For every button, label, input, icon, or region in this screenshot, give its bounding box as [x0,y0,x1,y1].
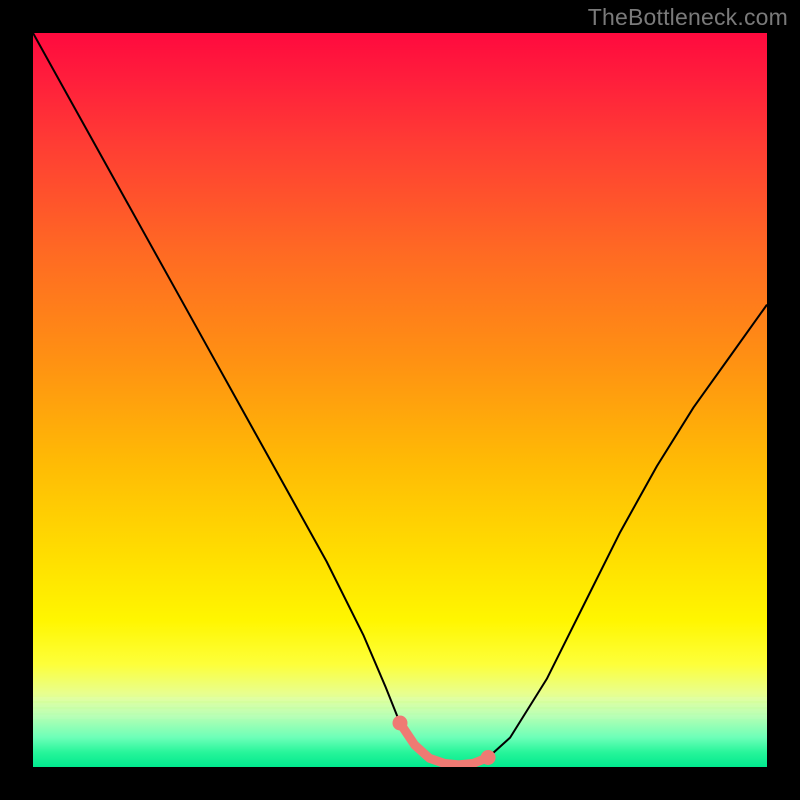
plot-area [33,33,767,767]
bottleneck-curve-path [33,33,767,765]
bottleneck-curve-svg [33,33,767,767]
minimum-band-end-dot [393,716,408,731]
chart-frame: TheBottleneck.com [0,0,800,800]
minimum-band-end-dot [481,750,496,765]
green-band-stripes [33,697,767,767]
watermark-text: TheBottleneck.com [588,4,788,31]
minimum-band-connector [400,723,488,765]
